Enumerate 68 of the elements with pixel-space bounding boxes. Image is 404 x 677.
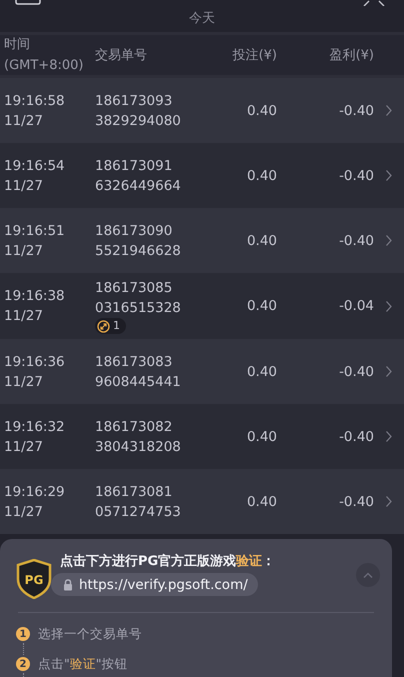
trade-time: 19:16:58 bbox=[4, 92, 65, 110]
profit-amount: -0.40 bbox=[338, 232, 374, 248]
bet-amount: 0.40 bbox=[246, 428, 277, 444]
order-number: 186173090 bbox=[95, 222, 172, 240]
trade-time: 19:16:51 bbox=[4, 222, 65, 240]
trade-date: 11/27 bbox=[4, 242, 43, 260]
order-number: 186173082 bbox=[95, 418, 172, 436]
order-number: 6326449664 bbox=[95, 176, 181, 196]
step-number: 1 bbox=[16, 627, 30, 641]
trade-time: 19:16:36 bbox=[4, 352, 65, 372]
chevron-right-icon[interactable] bbox=[386, 235, 392, 246]
collapse-icon[interactable] bbox=[362, 0, 386, 6]
bet-amount: 0.40 bbox=[246, 298, 277, 314]
column-header: 交易单号 bbox=[95, 47, 148, 64]
trade-date: 11/27 bbox=[4, 307, 43, 326]
count-badge: 1 bbox=[95, 318, 126, 334]
order-number: 3804318208 bbox=[95, 438, 181, 456]
order-number: 0571274753 bbox=[95, 502, 181, 522]
trade-date: 11/27 bbox=[4, 502, 43, 522]
column-header: 投注(¥) bbox=[232, 47, 277, 64]
trade-time: 19:16:29 bbox=[4, 482, 65, 502]
order-number: 9608445441 bbox=[95, 372, 181, 392]
profit-amount: -0.40 bbox=[338, 428, 374, 444]
trade-date: 11/27 bbox=[4, 372, 43, 392]
step-number: 2 bbox=[16, 657, 30, 671]
column-header: 盈利(¥) bbox=[328, 47, 374, 64]
order-number: 186173083 bbox=[95, 352, 172, 372]
profit-amount: -0.40 bbox=[338, 102, 374, 118]
header-title: 今天 bbox=[189, 10, 215, 28]
chevron-right-icon[interactable] bbox=[386, 496, 392, 507]
trade-time: 19:16:32 bbox=[4, 418, 65, 436]
order-number: 186173081 bbox=[95, 482, 172, 502]
bet-amount: 0.40 bbox=[246, 168, 277, 184]
chevron-right-icon[interactable] bbox=[386, 431, 392, 442]
lock-icon bbox=[63, 578, 73, 590]
profit-amount: -0.40 bbox=[338, 494, 374, 510]
verify-instruction: 点击下方进行PG官方正版游戏验证： bbox=[60, 553, 276, 571]
trade-date: 11/27 bbox=[4, 176, 43, 196]
order-number: 186173093 bbox=[95, 92, 172, 110]
step-text: 选择一个交易单号 bbox=[38, 626, 142, 642]
profit-amount: -0.04 bbox=[338, 298, 374, 314]
order-number: 3829294080 bbox=[95, 112, 181, 130]
arrow-circle-icon bbox=[97, 320, 110, 332]
trade-time: 19:16:54 bbox=[4, 156, 65, 176]
bet-amount: 0.40 bbox=[246, 102, 277, 118]
bet-amount: 0.40 bbox=[246, 232, 277, 248]
chevron-right-icon[interactable] bbox=[386, 366, 392, 377]
shield-logo: PG bbox=[16, 559, 52, 599]
column-header: 时间 bbox=[4, 36, 30, 54]
order-number: 186173085 bbox=[95, 279, 172, 298]
column-header: (GMT+8:00) bbox=[4, 57, 84, 75]
bet-amount: 0.40 bbox=[246, 364, 277, 380]
chevron-right-icon[interactable] bbox=[386, 105, 392, 116]
url-field[interactable]: https://verify.pgsoft.com/ bbox=[51, 573, 258, 596]
profit-amount: -0.40 bbox=[338, 364, 374, 380]
trade-date: 11/27 bbox=[4, 112, 43, 130]
bet-amount: 0.40 bbox=[246, 494, 277, 510]
frame-icon[interactable] bbox=[15, 0, 41, 5]
chevron-right-icon[interactable] bbox=[386, 300, 392, 312]
trade-date: 11/27 bbox=[4, 438, 43, 456]
chevron-up-icon bbox=[363, 572, 373, 578]
trade-time: 19:16:38 bbox=[4, 287, 65, 306]
profit-amount: -0.40 bbox=[338, 168, 374, 184]
order-number: 5521946628 bbox=[95, 242, 181, 260]
order-number: 186173091 bbox=[95, 156, 172, 176]
step-text: 点击"验证"按钮 bbox=[38, 656, 128, 672]
chevron-right-icon[interactable] bbox=[386, 170, 392, 181]
order-number: 0316515328 bbox=[95, 299, 181, 318]
